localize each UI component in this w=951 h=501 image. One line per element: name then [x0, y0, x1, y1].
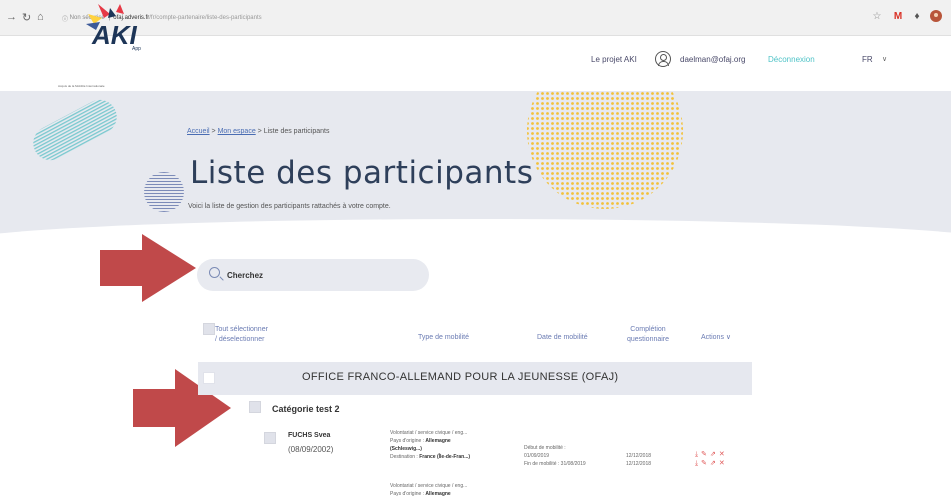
share-icon: ⇗ — [709, 451, 719, 458]
select-all-checkbox[interactable] — [203, 323, 215, 335]
logout-link[interactable]: Déconnexion — [768, 55, 815, 64]
address-bar[interactable]: ⓘ Non sécurisé | ofaj.adveris.fr /fr/com… — [62, 11, 882, 25]
search-input[interactable] — [227, 268, 417, 282]
forward-icon[interactable]: → — [6, 11, 17, 23]
participant-checkbox[interactable] — [264, 432, 276, 444]
participant-birthdate: (08/09/2002) — [288, 445, 334, 454]
home-icon[interactable]: ⌂ — [37, 11, 44, 23]
reload-icon[interactable]: ↻ — [22, 11, 31, 24]
profile-avatar[interactable] — [929, 10, 943, 24]
logo-sub: App — [132, 46, 141, 52]
page-subtitle: Voici la liste de gestion des participan… — [188, 203, 391, 210]
aki-logo[interactable]: AKI App — [80, 0, 150, 54]
col-date-header[interactable]: Date de mobilité — [537, 333, 588, 343]
search-icon[interactable] — [209, 267, 220, 278]
user-email[interactable]: daelman@ofaj.org — [680, 55, 746, 64]
breadcrumb-mon-espace[interactable]: Mon espace — [218, 128, 256, 135]
user-icon — [655, 51, 671, 67]
org-checkbox[interactable] — [203, 372, 215, 384]
info-icon: ⓘ — [62, 16, 70, 23]
col-type-header[interactable]: Type de mobilité — [418, 333, 469, 343]
logo-caption: Acquis de la Mobilité Internationale — [58, 84, 105, 88]
share-icon: ⇗ — [709, 460, 719, 467]
action-icons-row-2[interactable]: ⤓✎⇗✕ — [695, 459, 728, 468]
delete-icon: ✕ — [718, 460, 728, 467]
page-title: Liste des participants — [190, 155, 534, 191]
category-checkbox[interactable] — [249, 401, 261, 413]
breadcrumb-home[interactable]: Accueil — [187, 128, 210, 135]
action-icons-row-1[interactable]: ⤓✎⇗✕ — [695, 450, 728, 459]
breadcrumb: Accueil > Mon espace > Liste des partici… — [187, 128, 330, 135]
mobility-dates: Début de mobilité : 01/09/2019 Fin de mo… — [524, 445, 586, 467]
edit-icon: ✎ — [701, 451, 710, 458]
bookmark-star-icon[interactable]: ☆ — [870, 10, 884, 24]
url-path: /fr/compte-partenaire/liste-des-particip… — [149, 15, 262, 21]
category-name: Catégorie test 2 — [272, 404, 340, 414]
chevron-down-icon[interactable]: ∨ — [882, 55, 887, 63]
participant-name[interactable]: FUCHS Svea — [288, 432, 330, 439]
delete-icon: ✕ — [718, 451, 728, 458]
mobility-type: Volontariat / service civique / eng... P… — [390, 483, 468, 497]
breadcrumb-current: Liste des participants — [263, 128, 330, 135]
org-name: OFFICE FRANCO-ALLEMAND POUR LA JEUNESSE … — [302, 371, 619, 383]
annotation-arrow-search — [100, 234, 196, 302]
chevron-down-icon: ∨ — [725, 334, 732, 341]
language-selector[interactable]: FR — [862, 55, 873, 64]
extension-icon[interactable]: ♦ — [910, 10, 924, 24]
search-box[interactable] — [197, 259, 429, 291]
select-all-label[interactable]: Tout sélectionner / déselectionner — [215, 325, 268, 345]
actions-dropdown[interactable]: Actions ∨ — [701, 333, 731, 343]
projet-aki-link[interactable]: Le projet AKI — [591, 55, 637, 64]
col-completion-header[interactable]: Complétion questionnaire — [627, 325, 669, 345]
mobility-type: Volontariat / service civique / eng... P… — [390, 430, 471, 460]
gmail-icon[interactable]: M — [891, 10, 905, 24]
edit-icon: ✎ — [701, 460, 710, 467]
logo-text: AKI — [91, 20, 138, 50]
completion-dates: 12/12/2018 12/12/2018 — [626, 453, 652, 467]
